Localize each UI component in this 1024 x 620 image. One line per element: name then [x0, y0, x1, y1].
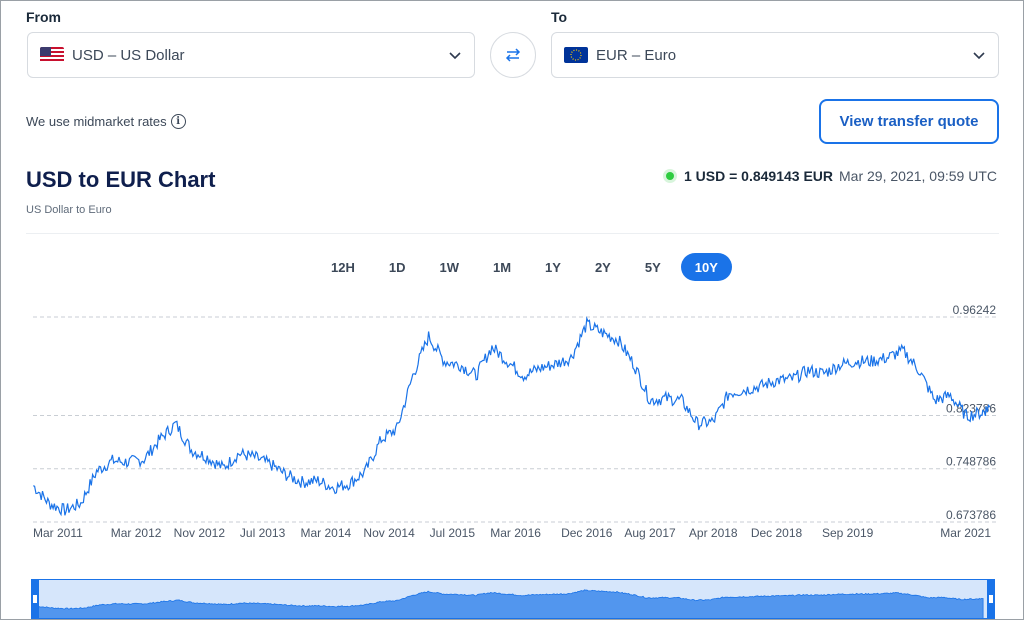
series-line-usd-eur: [33, 316, 991, 517]
x-tick-label: Mar 2016: [490, 526, 541, 540]
range-button-1y[interactable]: 1Y: [531, 253, 575, 281]
from-currency-select[interactable]: USD – US Dollar: [27, 32, 475, 78]
swap-currencies-button[interactable]: [490, 32, 536, 78]
time-range-selector: 12H 1D 1W 1M 1Y 2Y 5Y 10Y: [317, 253, 738, 281]
rate-timestamp: Mar 29, 2021, 09:59 UTC: [839, 168, 997, 184]
y-tick-label: 0.748786: [946, 455, 996, 469]
info-icon[interactable]: i: [170, 114, 186, 129]
range-button-5y[interactable]: 5Y: [631, 253, 675, 281]
range-button-12h[interactable]: 12H: [317, 253, 369, 281]
midmarket-note: We use midmarket rates i: [26, 114, 186, 129]
rate-line-chart[interactable]: 0.962420.8237860.7487860.673786Mar 2011 M…: [1, 296, 1024, 576]
chevron-down-icon: [973, 52, 985, 60]
range-button-2y[interactable]: 2Y: [581, 253, 625, 281]
x-tick-label: Nov 2012: [174, 526, 226, 540]
x-tick-label: Aug 2017: [624, 526, 676, 540]
x-tick-label: Dec 2018: [751, 526, 803, 540]
x-tick-label: Apr 2018: [689, 526, 738, 540]
x-tick-label: Sep 2019: [822, 526, 874, 540]
y-tick-label: 0.673786: [946, 508, 996, 522]
divider: [26, 233, 999, 234]
us-flag-icon: [40, 47, 64, 63]
view-transfer-quote-button[interactable]: View transfer quote: [819, 99, 999, 144]
x-tick-label: Jul 2015: [430, 526, 476, 540]
from-label: From: [26, 9, 61, 25]
live-status-dot: [665, 172, 674, 180]
range-navigator[interactable]: [31, 579, 995, 619]
x-tick-label: Dec 2016: [561, 526, 613, 540]
range-button-1d[interactable]: 1D: [375, 253, 420, 281]
chevron-down-icon: [449, 52, 461, 60]
x-tick-label: Mar 2011: [33, 526, 83, 540]
from-currency-value: USD – US Dollar: [72, 46, 185, 64]
x-tick-label: Mar 2021: [940, 526, 991, 540]
x-tick-label: Mar 2012: [111, 526, 162, 540]
midmarket-text: We use midmarket rates: [26, 114, 167, 129]
to-currency-value: EUR – Euro: [596, 46, 677, 64]
range-button-1w[interactable]: 1W: [425, 253, 473, 281]
range-button-10y[interactable]: 10Y: [680, 253, 732, 281]
handle-grip-icon: [989, 595, 993, 603]
to-label: To: [551, 9, 568, 25]
swap-arrows-icon: [505, 48, 521, 62]
x-tick-label: Nov 2014: [363, 526, 415, 540]
x-tick-label: Jul 2013: [240, 526, 286, 540]
to-currency-select[interactable]: EUR – Euro: [551, 32, 999, 78]
range-button-1m[interactable]: 1M: [479, 253, 525, 281]
y-tick-label: 0.96242: [953, 303, 997, 317]
live-rate: 1 USD = 0.849143 EUR Mar 29, 2021, 09:59…: [665, 168, 997, 184]
x-tick-label: Mar 2014: [301, 526, 352, 540]
chart-subtitle: US Dollar to Euro: [26, 204, 112, 216]
eu-flag-icon: [564, 47, 588, 63]
handle-grip-icon: [33, 595, 37, 603]
rate-value: 1 USD = 0.849143 EUR: [683, 168, 834, 184]
chart-title: USD to EUR Chart: [26, 167, 216, 192]
